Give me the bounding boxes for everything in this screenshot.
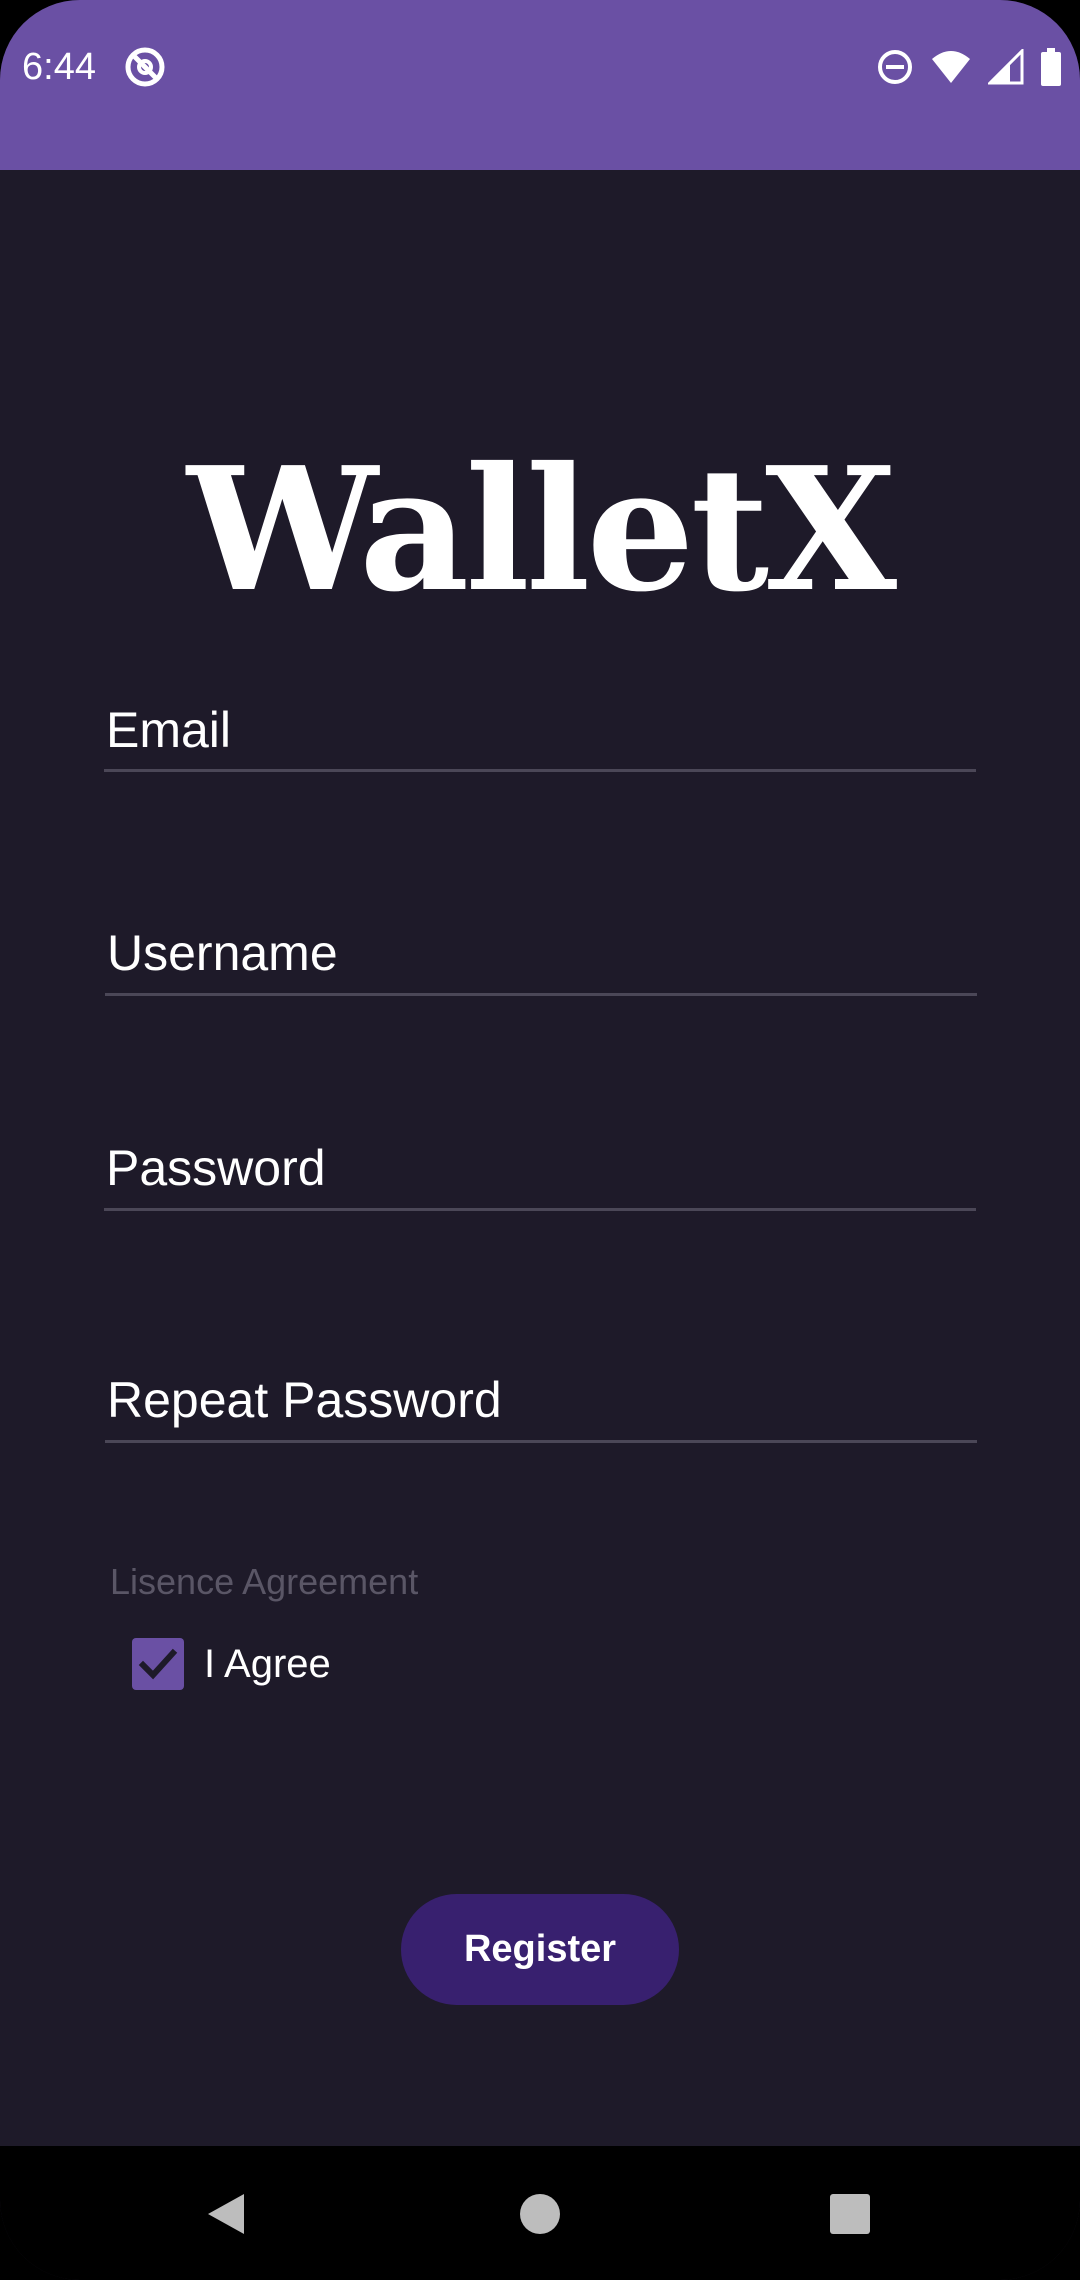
battery-icon: [1040, 48, 1062, 86]
status-time: 6:44: [22, 46, 96, 88]
home-circle-icon: [520, 2194, 560, 2234]
username-field-container: [105, 913, 977, 996]
recents-button[interactable]: [822, 2186, 878, 2242]
status-bar: 6:44: [0, 0, 1080, 170]
email-input[interactable]: [104, 690, 976, 769]
screen: 6:44 WalletX Email Username Lisence Agre…: [0, 0, 1080, 2280]
signal-icon: [988, 49, 1024, 85]
status-icons: [876, 44, 1062, 90]
password-input[interactable]: [104, 1128, 976, 1208]
app-logo: WalletX: [186, 430, 897, 630]
register-button[interactable]: Register: [401, 1894, 679, 2005]
do-not-disturb-icon: [876, 48, 914, 86]
wifi-icon: [930, 49, 972, 85]
agree-checkbox[interactable]: [132, 1638, 184, 1690]
back-button[interactable]: [198, 2186, 254, 2242]
repeat-password-input[interactable]: [105, 1360, 977, 1440]
navigation-bar: [0, 2146, 1080, 2280]
password-field-container: [104, 1128, 976, 1211]
agree-label: I Agree: [204, 1641, 331, 1686]
agree-checkbox-row[interactable]: I Agree: [132, 1636, 331, 1692]
at-sign-crossed-icon: [124, 46, 166, 88]
back-triangle-icon: [208, 2194, 244, 2234]
checkmark-icon: [138, 1648, 178, 1680]
license-agreement-label: Lisence Agreement: [110, 1561, 419, 1602]
repeat-password-field-container: [105, 1360, 977, 1443]
recents-square-icon: [830, 2194, 870, 2234]
home-button[interactable]: [512, 2186, 568, 2242]
email-field-container: [104, 690, 976, 772]
username-input[interactable]: [105, 913, 977, 993]
